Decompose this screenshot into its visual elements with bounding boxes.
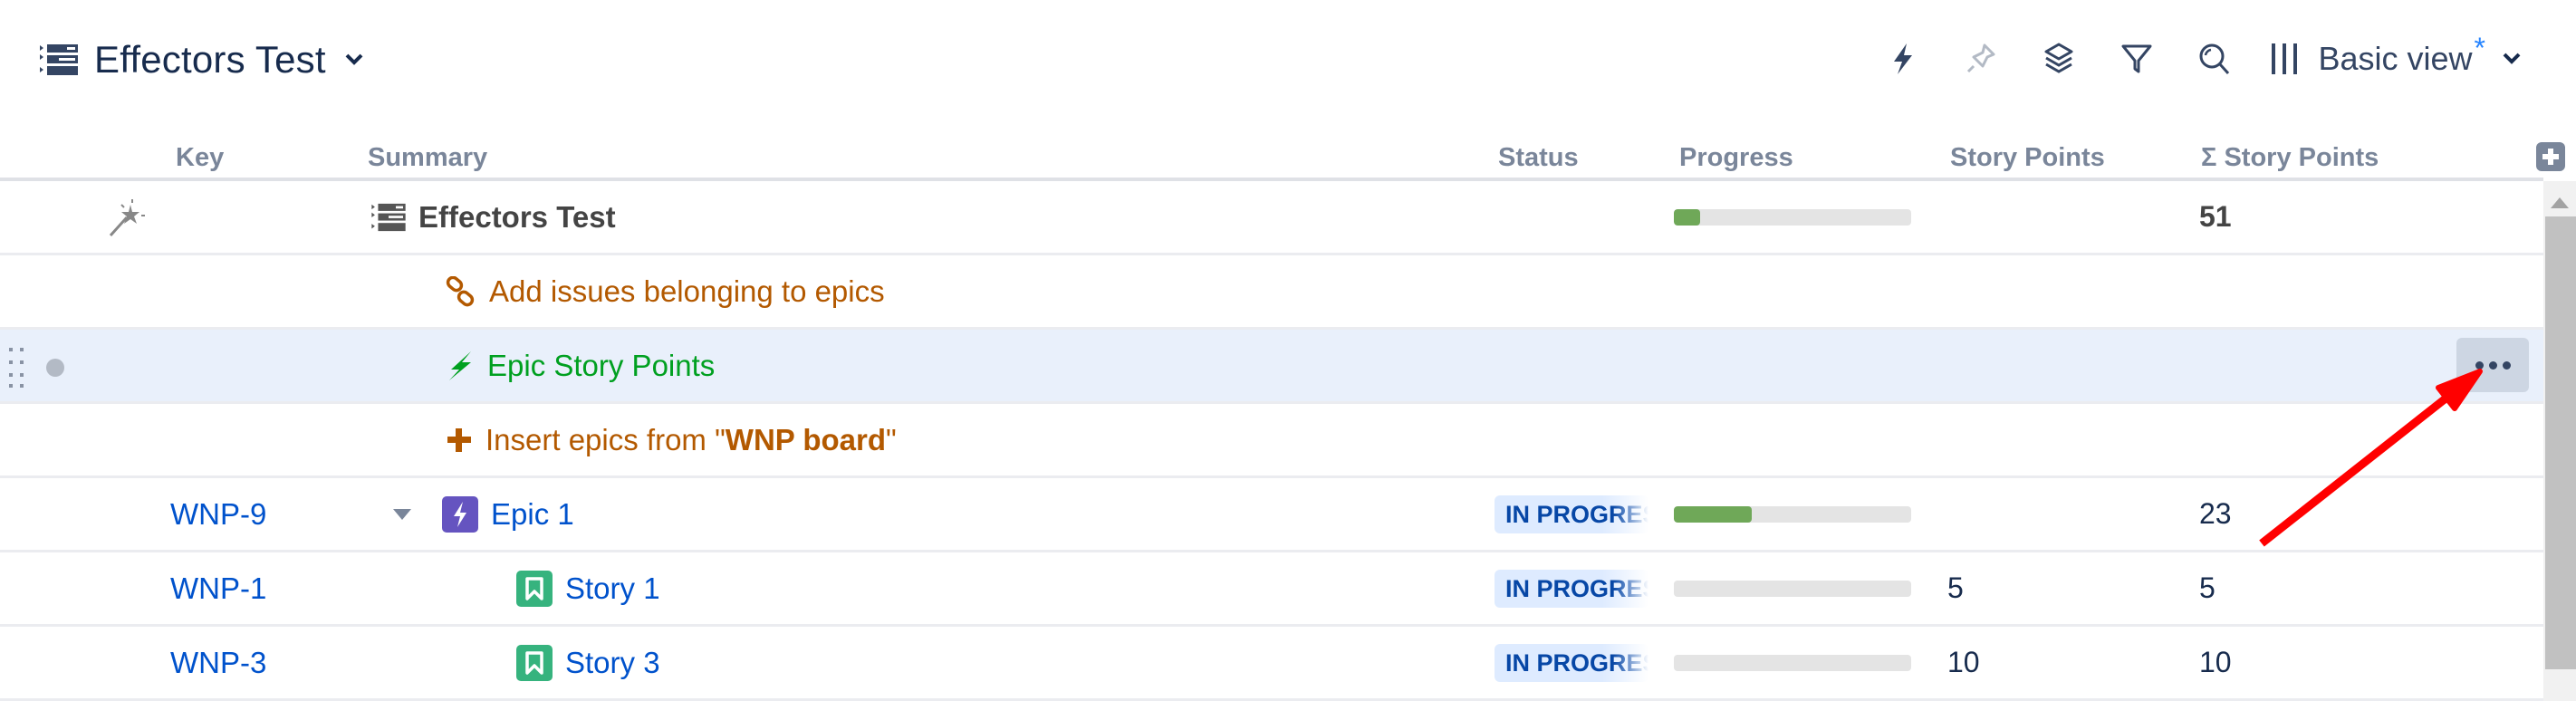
row-summary[interactable]: Add issues belonging to epics xyxy=(446,255,885,327)
table-row-inserter[interactable]: Insert epics from " WNP board " xyxy=(0,404,2543,478)
lightning-icon xyxy=(446,350,475,382)
story-points[interactable]: 5 xyxy=(1947,552,1964,624)
pin-button[interactable] xyxy=(1963,41,1999,77)
structure-title: Effectors Test xyxy=(94,38,326,81)
more-actions-button[interactable] xyxy=(2456,338,2529,392)
more-dot xyxy=(2475,360,2484,370)
inserter-board-name: WNP board xyxy=(725,422,887,456)
view-name: Basic view xyxy=(2318,40,2473,77)
root-title: Effectors Test xyxy=(418,199,616,234)
progress-bar xyxy=(1674,506,1911,523)
progress-fill xyxy=(1674,506,1753,523)
filter-icon xyxy=(2121,44,2152,73)
issue-summary: Story 3 xyxy=(565,645,660,679)
status-badge[interactable]: IN PROGRESS xyxy=(1495,570,1648,608)
drag-handle-icon[interactable] xyxy=(7,346,29,388)
issue-key[interactable]: WNP-9 xyxy=(170,478,266,550)
status-badge[interactable]: IN PROGRESS xyxy=(1495,644,1648,682)
row-summary[interactable]: Story 3 xyxy=(516,627,660,698)
issue-key[interactable]: WNP-1 xyxy=(170,552,266,624)
magic-wand-icon[interactable] xyxy=(107,197,149,239)
column-header-story-points[interactable]: Story Points xyxy=(1950,143,2105,173)
column-header-status[interactable]: Status xyxy=(1498,143,1579,173)
structure-grid: Key Summary Status Progress Story Points… xyxy=(0,136,2543,701)
row-summary[interactable]: Insert epics from " WNP board " xyxy=(446,404,897,475)
chevron-down-icon xyxy=(2503,53,2521,64)
view-selector[interactable]: Basic view * xyxy=(2269,32,2522,78)
structure-title-selector[interactable]: Effectors Test xyxy=(40,34,364,85)
sum-story-points: 10 xyxy=(2199,646,2232,678)
sum-story-points: 5 xyxy=(2199,571,2216,604)
more-dot xyxy=(2502,360,2511,370)
view-modified-marker: * xyxy=(2474,31,2485,64)
progress-bar xyxy=(1674,209,1911,226)
inserter-label-suffix: " xyxy=(886,422,897,456)
generator-label: Add issues belonging to epics xyxy=(489,274,885,308)
column-header-sum-story-points[interactable]: Σ Story Points xyxy=(2201,143,2379,173)
story-icon xyxy=(516,570,553,607)
issue-key[interactable]: WNP-3 xyxy=(170,627,266,698)
column-header-key[interactable]: Key xyxy=(176,143,224,173)
row-summary[interactable]: Story 1 xyxy=(516,552,660,624)
status-text: IN PROGRESS xyxy=(1505,500,1648,528)
more-dot xyxy=(2488,360,2497,370)
story-points[interactable]: 10 xyxy=(1947,627,1980,698)
lightning-icon xyxy=(1894,43,1913,74)
pin-icon xyxy=(1967,43,1995,73)
automation-button[interactable] xyxy=(1885,41,1921,77)
table-row-root[interactable]: Effectors Test 51 xyxy=(0,181,2543,255)
plus-icon xyxy=(446,427,473,454)
table-row-issue[interactable]: WNP-9 Epic 1 IN PROGRESS 23 xyxy=(0,478,2543,552)
progress-fill xyxy=(1674,209,1700,226)
table-row-issue[interactable]: WNP-3 Story 3 IN PROGRESS 10 10 xyxy=(0,627,2543,701)
search-button[interactable] xyxy=(2196,41,2233,77)
expand-toggle-icon[interactable] xyxy=(393,509,411,520)
link-icon xyxy=(446,275,476,307)
column-header-progress[interactable]: Progress xyxy=(1679,143,1793,173)
row-summary[interactable]: Epic 1 xyxy=(442,478,574,550)
layers-button[interactable] xyxy=(2041,41,2077,77)
table-row-effector[interactable]: Epic Story Points xyxy=(0,330,2543,404)
search-icon xyxy=(2199,43,2230,75)
effector-label: Epic Story Points xyxy=(487,348,716,382)
columns-icon xyxy=(2272,43,2298,74)
column-header-row: Key Summary Status Progress Story Points… xyxy=(0,136,2543,181)
row-summary[interactable]: Effectors Test xyxy=(371,181,616,253)
inserter-label-prefix: Insert epics from " xyxy=(485,422,726,456)
structure-icon xyxy=(371,203,406,232)
structure-icon xyxy=(40,44,78,75)
epic-icon xyxy=(442,495,478,533)
plus-icon xyxy=(2542,149,2559,165)
row-selector-dot[interactable] xyxy=(46,359,64,377)
scrollbar-thumb[interactable] xyxy=(2545,216,2576,669)
table-row-issue[interactable]: WNP-1 Story 1 IN PROGRESS 5 5 xyxy=(0,552,2543,627)
progress-bar xyxy=(1674,655,1911,671)
scroll-up-arrow-icon[interactable] xyxy=(2551,197,2569,208)
add-column-button[interactable] xyxy=(2536,142,2565,171)
vertical-scrollbar[interactable] xyxy=(2543,181,2576,701)
status-text: IN PROGRESS xyxy=(1505,574,1648,602)
status-badge[interactable]: IN PROGRESS xyxy=(1495,495,1648,533)
chevron-down-icon xyxy=(345,53,363,65)
story-icon xyxy=(516,644,553,681)
status-text: IN PROGRESS xyxy=(1505,648,1648,677)
sum-story-points: 23 xyxy=(2199,497,2232,530)
filter-button[interactable] xyxy=(2119,41,2155,77)
toolbar: Basic view * xyxy=(1843,32,2522,82)
top-bar: Effectors Test Basic view * xyxy=(0,0,2576,127)
issue-summary: Story 1 xyxy=(565,571,660,605)
column-header-summary[interactable]: Summary xyxy=(368,143,487,173)
issue-summary: Epic 1 xyxy=(491,496,574,531)
sum-story-points: 51 xyxy=(2199,200,2232,233)
layers-icon xyxy=(2044,43,2073,73)
progress-bar xyxy=(1674,581,1911,597)
row-summary[interactable]: Epic Story Points xyxy=(446,330,715,401)
table-row-generator[interactable]: Add issues belonging to epics xyxy=(0,255,2543,330)
